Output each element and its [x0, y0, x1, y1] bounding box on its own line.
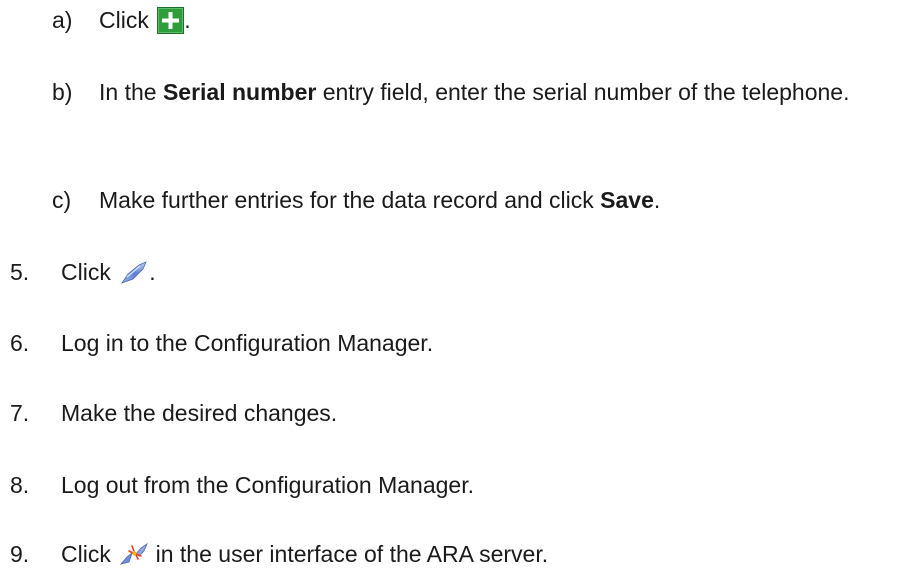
- field-name-serial-number: Serial number: [162, 79, 317, 105]
- save-label: Save: [600, 187, 654, 213]
- substep-marker: b): [52, 79, 73, 105]
- add-icon[interactable]: [157, 7, 185, 34]
- substep-text: In the Serial number entry field, enter …: [99, 79, 850, 105]
- substep-text: Click .: [99, 7, 191, 34]
- substep-text: Make further entries for the data record…: [99, 187, 661, 213]
- step-text: Log in to the Configuration Manager.: [61, 330, 434, 356]
- step-number: 5.: [10, 259, 30, 285]
- substep-marker: a): [52, 7, 73, 33]
- step-text: Click in the user interface of the ARA s…: [61, 541, 549, 568]
- step-number: 8.: [10, 472, 30, 498]
- step-text: Click .: [61, 259, 156, 286]
- step-number: 7.: [10, 400, 30, 426]
- step-number: 6.: [10, 330, 30, 356]
- step-text: Log out from the Configuration Manager.: [61, 472, 474, 498]
- step-text: Make the desired changes.: [61, 400, 338, 426]
- disconnect-icon[interactable]: [119, 542, 149, 568]
- substep-marker: c): [52, 187, 72, 213]
- connect-icon[interactable]: [119, 260, 149, 286]
- step-number: 9.: [10, 541, 30, 567]
